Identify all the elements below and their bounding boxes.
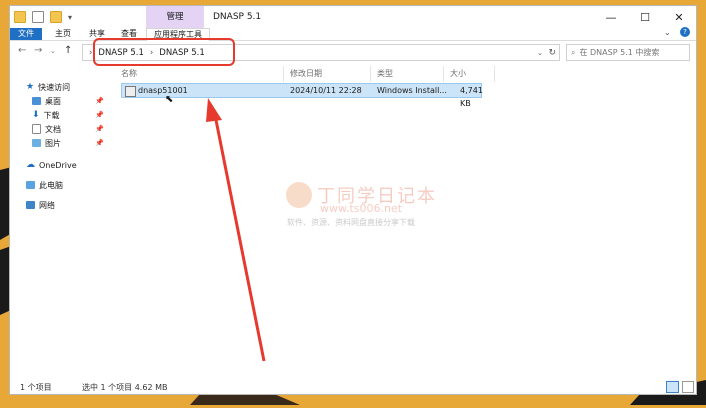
pictures-icon xyxy=(32,139,41,147)
file-date: 2024/10/11 22:28 xyxy=(290,86,362,95)
title-bar: ▾ 管理 DNASP 5.1 — ☐ ✕ xyxy=(10,6,696,28)
annotation-highlight-box xyxy=(93,38,235,66)
selection-info: 选中 1 个项目 4.62 MB xyxy=(82,383,168,392)
nav-item-pictures[interactable]: 图片 📌 xyxy=(10,136,110,150)
column-divider[interactable] xyxy=(370,66,371,82)
nav-this-pc[interactable]: 此电脑 xyxy=(10,178,110,192)
pin-icon: 📌 xyxy=(95,125,104,133)
installer-icon xyxy=(125,86,136,97)
nav-item-label: 桌面 xyxy=(45,96,61,106)
tab-file[interactable]: 文件 xyxy=(10,28,42,40)
mouse-cursor-icon: ⬉ xyxy=(165,94,174,105)
item-count: 1 个项目 xyxy=(20,383,52,392)
nav-item-desktop[interactable]: 桌面 📌 xyxy=(10,94,110,108)
network-icon xyxy=(26,201,35,209)
file-size: 4,741 KB xyxy=(460,86,483,108)
large-icons-view-icon[interactable] xyxy=(682,381,694,393)
refresh-icon[interactable]: ↻ xyxy=(548,48,556,58)
computer-icon xyxy=(26,181,35,189)
details-view-icon[interactable] xyxy=(666,381,679,393)
maximize-button[interactable]: ☐ xyxy=(628,6,662,28)
search-icon: ⌕ xyxy=(571,47,576,57)
address-dropdown-icon[interactable]: ⌄ xyxy=(537,49,543,57)
navigation-pane: ★ 快速访问 桌面 📌 ⬇ 下载 📌 文档 📌 图片 📌 ☁ OneDrive xyxy=(10,66,110,378)
watermark-tagline: 软件、资源、资料网盘直接分享下载 xyxy=(287,218,415,227)
nav-item-downloads[interactable]: ⬇ 下载 📌 xyxy=(10,108,110,122)
tab-home[interactable]: 主页 xyxy=(48,28,78,40)
watermark-url: www.ts006.net xyxy=(320,202,403,215)
column-header-name[interactable]: 名称 xyxy=(121,68,137,80)
table-row[interactable]: dnasp51001 2024/10/11 22:28 Windows Inst… xyxy=(121,83,483,108)
window-title: DNASP 5.1 xyxy=(213,12,262,22)
watermark-logo xyxy=(286,182,312,208)
pin-icon: 📌 xyxy=(95,97,104,105)
column-header-type[interactable]: 类型 xyxy=(377,68,393,80)
chevron-right-icon: › xyxy=(89,47,93,58)
customize-toolbar-icon[interactable]: ▾ xyxy=(68,13,72,22)
nav-quick-access-label: 快速访问 xyxy=(38,82,71,92)
up-icon[interactable]: ↑ xyxy=(64,45,72,56)
desktop-icon xyxy=(32,97,41,105)
file-name: dnasp51001 xyxy=(138,86,188,95)
quick-access-toolbar: ▾ xyxy=(14,11,72,23)
column-divider[interactable] xyxy=(443,66,444,82)
nav-network-label: 网络 xyxy=(39,200,55,210)
search-placeholder: 在 DNASP 5.1 中搜索 xyxy=(579,48,660,57)
nav-onedrive[interactable]: ☁ OneDrive xyxy=(10,158,110,172)
file-type: Windows Install... xyxy=(377,86,447,95)
document-icon xyxy=(32,124,41,134)
properties-icon[interactable] xyxy=(32,11,44,23)
nav-item-documents[interactable]: 文档 📌 xyxy=(10,122,110,136)
nav-item-label: 文档 xyxy=(45,124,61,134)
column-header-size[interactable]: 大小 xyxy=(450,68,466,80)
star-icon: ★ xyxy=(26,82,35,92)
column-divider[interactable] xyxy=(283,66,284,82)
expand-ribbon-icon[interactable]: ⌄ xyxy=(664,28,671,37)
pin-icon: 📌 xyxy=(95,111,104,119)
search-input[interactable]: ⌕ 在 DNASP 5.1 中搜索 xyxy=(566,44,690,61)
nav-item-label: 图片 xyxy=(45,138,61,148)
download-icon: ⬇ xyxy=(32,110,40,120)
close-button[interactable]: ✕ xyxy=(662,6,696,28)
new-folder-icon[interactable] xyxy=(50,11,62,23)
nav-item-label: 下载 xyxy=(43,110,60,120)
minimize-button[interactable]: — xyxy=(594,6,628,28)
back-icon[interactable]: ← xyxy=(18,45,26,56)
nav-network[interactable]: 网络 xyxy=(10,198,110,212)
cloud-icon: ☁ xyxy=(26,160,35,170)
nav-quick-access[interactable]: ★ 快速访问 xyxy=(10,80,110,94)
folder-icon[interactable] xyxy=(14,11,26,23)
nav-onedrive-label: OneDrive xyxy=(39,160,77,170)
context-tab-manage[interactable]: 管理 xyxy=(146,6,204,28)
help-icon[interactable]: ? xyxy=(680,27,690,37)
pin-icon: 📌 xyxy=(95,139,104,147)
status-bar: 1 个项目 选中 1 个项目 4.62 MB xyxy=(10,380,696,394)
column-divider[interactable] xyxy=(494,66,495,82)
recent-locations-icon[interactable]: ⌄ xyxy=(50,47,56,55)
nav-this-pc-label: 此电脑 xyxy=(39,180,63,190)
column-header-date[interactable]: 修改日期 xyxy=(290,68,322,80)
explorer-window: ▾ 管理 DNASP 5.1 — ☐ ✕ 文件 主页 共享 查看 应用程序工具 … xyxy=(10,6,696,394)
forward-icon[interactable]: → xyxy=(34,45,42,56)
